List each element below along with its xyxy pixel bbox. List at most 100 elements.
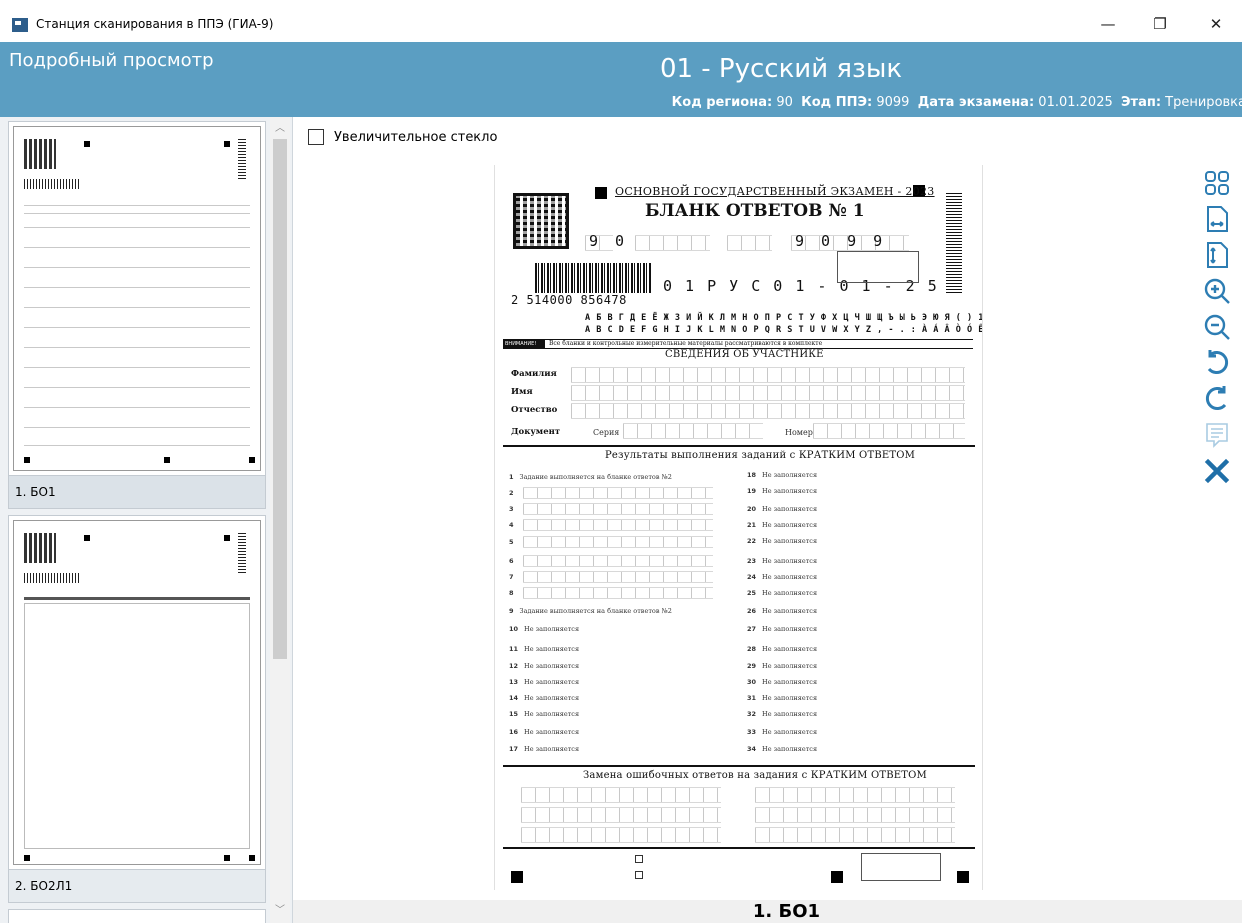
scanned-answer-sheet[interactable]: ОСНОВНОЙ ГОСУДАРСТВЕННЫЙ ЭКЗАМЕН - 2023 …	[494, 165, 983, 890]
answer-number: 26	[747, 607, 757, 615]
answer-item-33: 33 Не заполняется	[747, 728, 817, 736]
answer-number: 1	[509, 473, 514, 481]
app-window: Станция сканирования в ППЭ (ГИА-9) — ❐ ✕…	[0, 0, 1242, 923]
answer-cells	[523, 555, 713, 567]
answer-number: 8	[509, 589, 514, 597]
answer-text: Не заполняется	[524, 710, 580, 718]
answer-item-25: 25 Не заполняется	[747, 589, 817, 597]
answer-text: Не заполняется	[762, 625, 818, 633]
answer-number: 30	[747, 678, 757, 686]
magnifier-label: Увеличительное стекло	[334, 129, 498, 145]
doc-number-label: Номер	[785, 428, 813, 437]
thumbnail-bo1[interactable]: 1. БО1	[8, 121, 266, 509]
answer-number: 23	[747, 557, 757, 565]
exam-header: ОСНОВНОЙ ГОСУДАРСТВЕННЫЙ ЭКЗАМЕН - 2023	[615, 185, 935, 198]
anchor-mark	[957, 871, 969, 883]
date-value: 01.01.2025	[1038, 95, 1113, 110]
answer-item-15: 15 Не заполняется	[509, 710, 579, 718]
answer-number: 21	[747, 521, 757, 529]
answer-item-3: 3	[509, 505, 520, 513]
answer-text: Задание выполняется на бланке ответов №2	[519, 607, 672, 615]
thumbnail-panel: 1. БО1 2. БО2Л1	[0, 117, 293, 923]
scroll-up-icon[interactable]: ︿	[270, 119, 290, 137]
answer-item-10: 10 Не заполняется	[509, 625, 579, 633]
answer-text: Не заполняется	[762, 745, 818, 753]
answer-text: Не заполняется	[524, 694, 580, 702]
answer-text: Не заполняется	[762, 607, 818, 615]
answer-item-23: 23 Не заполняется	[747, 557, 817, 565]
answer-item-1: 1 Задание выполняется на бланке ответов №…	[509, 473, 672, 481]
exam-meta: Код региона: 90 Код ППЭ: 9099 Дата экзам…	[672, 95, 1242, 110]
grid-view-icon[interactable]	[1201, 167, 1233, 199]
app-icon	[12, 18, 28, 32]
comment-icon[interactable]	[1201, 419, 1233, 451]
zoom-in-icon[interactable]	[1201, 275, 1233, 307]
answer-item-4: 4	[509, 521, 520, 529]
magnifier-toggle[interactable]: Увеличительное стекло	[308, 129, 497, 145]
answer-text: Задание выполняется на бланке ответов №2	[519, 473, 672, 481]
results-section-title: Результаты выполнения заданий с КРАТКИМ …	[605, 450, 916, 461]
anchor-mark	[595, 187, 607, 199]
scroll-down-icon[interactable]: ﹀	[270, 901, 290, 919]
zoom-out-icon[interactable]	[1201, 311, 1233, 343]
answer-number: 20	[747, 505, 757, 513]
anchor-mark	[831, 871, 843, 883]
answer-item-21: 21 Не заполняется	[747, 521, 817, 529]
answer-item-14: 14 Не заполняется	[509, 694, 579, 702]
stage-label: Этап:	[1121, 95, 1162, 110]
page-caption: 1. БО1	[293, 900, 1242, 923]
form-title: БЛАНК ОТВЕТОВ № 1	[645, 201, 865, 221]
answer-item-27: 27 Не заполняется	[747, 625, 817, 633]
answer-number: 33	[747, 728, 757, 736]
thumbnail-image	[13, 520, 261, 865]
restore-button[interactable]: ❐	[1140, 10, 1180, 38]
answer-number: 12	[509, 662, 519, 670]
answer-item-19: 19 Не заполняется	[747, 487, 817, 495]
answer-number: 13	[509, 678, 519, 686]
answer-number: 24	[747, 573, 757, 581]
fit-width-icon[interactable]	[1201, 203, 1233, 235]
delete-icon[interactable]	[1201, 455, 1233, 487]
thumbnail-bo2l1[interactable]: 2. БО2Л1	[8, 515, 266, 903]
minimize-button[interactable]: —	[1088, 10, 1128, 38]
answer-item-11: 11 Не заполняется	[509, 645, 579, 653]
answer-text: Не заполняется	[524, 678, 580, 686]
answer-number: 14	[509, 694, 519, 702]
answer-number: 25	[747, 589, 757, 597]
answer-cells	[523, 503, 713, 515]
rotate-right-icon[interactable]	[1201, 383, 1233, 415]
rotate-left-icon[interactable]	[1201, 347, 1233, 379]
fit-height-icon[interactable]	[1201, 239, 1233, 271]
answer-number: 4	[509, 521, 514, 529]
subject-title: 01 - Русский язык	[659, 54, 903, 84]
answer-cells	[523, 487, 713, 499]
magnifier-checkbox[interactable]	[308, 129, 324, 145]
window-title: Станция сканирования в ППЭ (ГИА-9)	[36, 17, 274, 31]
side-barcode	[946, 193, 962, 293]
answer-number: 19	[747, 487, 757, 495]
answer-text: Не заполняется	[762, 521, 818, 529]
answer-cells	[523, 587, 713, 599]
warning-bar: ВНИМАНИЕ! Все бланки и контрольные измер…	[503, 339, 973, 349]
answer-number: 32	[747, 710, 757, 718]
answer-item-29: 29 Не заполняется	[747, 662, 817, 670]
answer-text: Не заполняется	[762, 573, 818, 581]
document-viewer: Увеличительное стекло ОСНОВНОЙ ГОСУДАРСТ…	[293, 117, 1242, 923]
thumbnail-next[interactable]	[8, 909, 266, 923]
answer-number: 34	[747, 745, 757, 753]
thumbnail-scrollbar[interactable]: ︿ ﹀	[270, 117, 290, 923]
answer-item-28: 28 Не заполняется	[747, 645, 817, 653]
thumbnail-caption: 2. БО2Л1	[9, 869, 265, 902]
answer-item-32: 32 Не заполняется	[747, 710, 817, 718]
scrollbar-thumb[interactable]	[273, 139, 287, 659]
close-button[interactable]: ✕	[1196, 10, 1236, 38]
answer-number: 3	[509, 505, 514, 513]
ppe-value: 9099	[876, 95, 910, 110]
barcode	[535, 263, 651, 293]
answer-item-9: 9 Задание выполняется на бланке ответов №…	[509, 607, 672, 615]
answer-text: Не заполняется	[762, 728, 818, 736]
alphabet-sample-1: А Б В Г Д Е Ё Ж З И Й К Л М Н О П Р С Т …	[585, 313, 982, 323]
region-label: Код региона:	[671, 95, 773, 110]
answer-number: 7	[509, 573, 514, 581]
answer-number: 6	[509, 557, 514, 565]
